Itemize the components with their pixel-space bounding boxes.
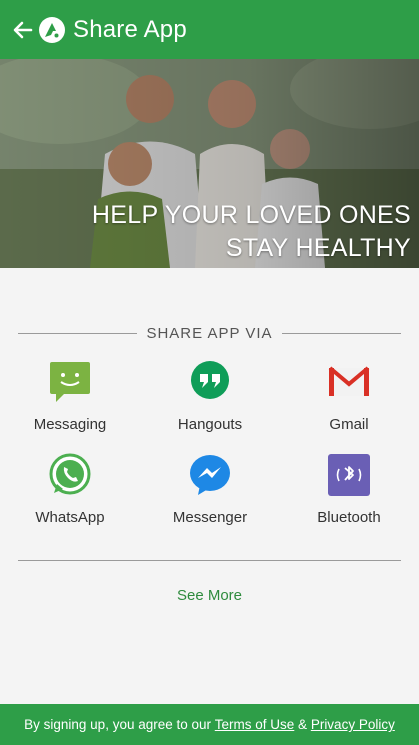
share-option-hangouts[interactable]: Hangouts	[145, 360, 275, 433]
messenger-icon	[190, 455, 230, 495]
share-option-label: Bluetooth	[317, 509, 381, 526]
hero-tagline: HELP YOUR LOVED ONES STAY HEALTHY	[92, 199, 411, 265]
share-option-whatsapp[interactable]: WhatsApp	[5, 453, 135, 526]
app-logo-icon	[39, 16, 65, 43]
share-option-messaging[interactable]: Messaging	[5, 360, 135, 433]
hero-line-2: STAY HEALTHY	[225, 234, 411, 262]
see-more-link[interactable]: See More	[0, 587, 419, 604]
heading-line-left	[18, 332, 138, 334]
terms-footer: By signing up, you agree to our Terms of…	[0, 704, 419, 745]
privacy-policy-link[interactable]: Privacy Policy	[311, 717, 395, 732]
share-heading-text: SHARE APP VIA	[146, 324, 273, 342]
share-option-label: Gmail	[329, 416, 369, 433]
whatsapp-icon	[49, 453, 91, 495]
hangouts-icon	[191, 361, 229, 399]
section-divider	[18, 560, 401, 561]
gmail-icon	[328, 366, 370, 396]
hero-banner: HELP YOUR LOVED ONES STAY HEALTHY	[0, 59, 419, 268]
footer-ampersand: &	[294, 717, 311, 732]
share-option-label: Hangouts	[177, 416, 243, 433]
hero-line-1: HELP YOUR LOVED ONES	[91, 201, 411, 229]
share-option-label: WhatsApp	[35, 509, 105, 526]
share-option-bluetooth[interactable]: Bluetooth	[284, 453, 414, 526]
terms-of-use-link[interactable]: Terms of Use	[215, 717, 295, 732]
page-title: Share App	[73, 15, 187, 43]
messaging-icon	[50, 362, 90, 402]
share-option-gmail[interactable]: Gmail	[284, 360, 414, 433]
share-option-messenger[interactable]: Messenger	[145, 453, 275, 526]
arrow-left-icon[interactable]	[10, 18, 34, 42]
app-bar: Share App	[0, 0, 419, 59]
share-option-label: Messenger	[172, 509, 248, 526]
heading-line-right	[281, 332, 402, 334]
share-section-heading: SHARE APP VIA	[18, 323, 402, 343]
share-option-label: Messaging	[33, 416, 107, 433]
footer-prefix: By signing up, you agree to our	[24, 717, 215, 732]
bluetooth-icon	[328, 454, 370, 496]
